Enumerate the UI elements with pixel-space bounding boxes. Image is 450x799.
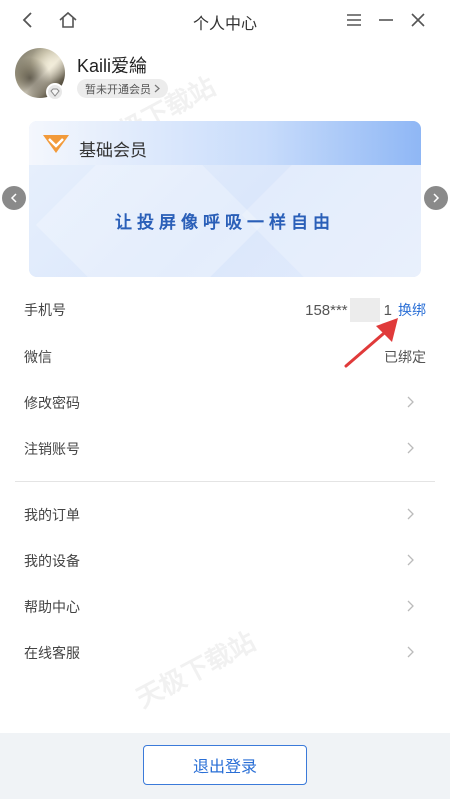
my-devices-label: 我的设备: [24, 553, 80, 569]
online-support-row[interactable]: 在线客服: [0, 630, 450, 676]
chevron-right-icon: [407, 396, 414, 408]
back-icon[interactable]: [14, 6, 42, 34]
help-center-label: 帮助中心: [24, 599, 80, 615]
chevron-right-icon: [433, 193, 440, 203]
close-icon[interactable]: [404, 6, 432, 34]
chevron-right-icon: [407, 442, 414, 454]
vip-status-label: 暂未开通会员: [85, 83, 151, 96]
membership-title: 基础会员: [79, 141, 147, 160]
title-bar: 个人中心: [0, 0, 450, 40]
delete-account-row[interactable]: 注销账号: [0, 426, 450, 472]
delete-account-label: 注销账号: [24, 441, 80, 457]
membership-card[interactable]: 基础会员 让投屏像呼吸一样自由: [29, 121, 421, 277]
online-support-label: 在线客服: [24, 645, 80, 661]
carousel-prev-button[interactable]: [2, 186, 26, 210]
chevron-right-icon: [407, 508, 414, 520]
menu-icon[interactable]: [340, 6, 368, 34]
chevron-left-icon: [10, 193, 17, 203]
my-orders-row[interactable]: 我的订单: [0, 492, 450, 538]
my-orders-label: 我的订单: [24, 507, 80, 523]
minimize-icon[interactable]: [372, 6, 400, 34]
section-divider: [15, 481, 435, 482]
wechat-label: 微信: [24, 349, 52, 365]
change-password-row[interactable]: 修改密码: [0, 380, 450, 426]
help-center-row[interactable]: 帮助中心: [0, 584, 450, 630]
vip-status-badge[interactable]: 暂未开通会员: [77, 79, 168, 98]
username: Kaili爱綸: [77, 56, 148, 76]
chevron-right-icon: [407, 646, 414, 658]
chevron-right-icon: [407, 600, 414, 612]
change-password-label: 修改密码: [24, 395, 80, 411]
logout-button[interactable]: 退出登录: [143, 745, 307, 785]
wechat-status: 已绑定: [384, 349, 426, 365]
diamond-icon: [46, 83, 64, 101]
my-devices-row[interactable]: 我的设备: [0, 538, 450, 584]
carousel-next-button[interactable]: [424, 186, 448, 210]
crown-icon: [43, 135, 69, 153]
membership-slogan: 让投屏像呼吸一样自由: [115, 213, 335, 232]
wechat-row: 微信 已绑定: [0, 334, 450, 380]
chevron-right-icon: [407, 554, 414, 566]
home-icon[interactable]: [54, 6, 82, 34]
chevron-right-icon: [154, 84, 160, 93]
phone-label: 手机号: [24, 302, 66, 318]
